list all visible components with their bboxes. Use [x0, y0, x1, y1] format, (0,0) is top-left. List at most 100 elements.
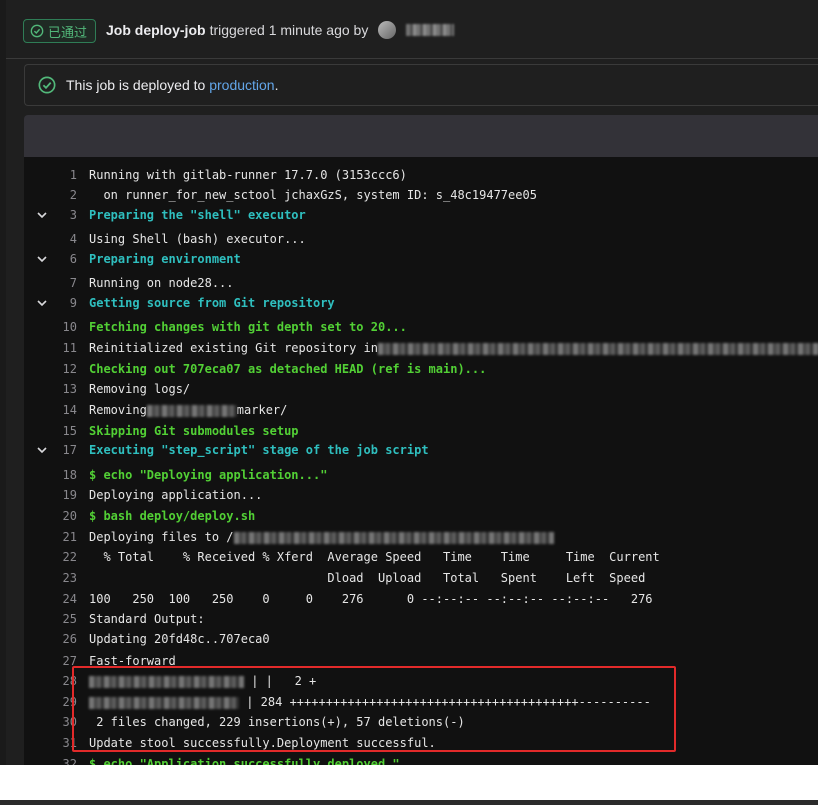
log-text-part: Dload Upload Total Spent Left Speed: [89, 571, 646, 585]
log-line: 12 Checking out 707eca07 as detached HEAD…: [24, 359, 818, 379]
line-number[interactable]: 27: [48, 654, 77, 668]
line-number[interactable]: 7: [48, 276, 77, 290]
log-text-part: Deploying files to /: [89, 530, 234, 544]
chevron-down-icon[interactable]: [36, 297, 48, 309]
line-number[interactable]: 19: [48, 488, 77, 502]
line-number[interactable]: 24: [48, 592, 77, 606]
log-line: 2 on runner_for_new_sctool jchaxGzS, sys…: [24, 185, 818, 205]
line-number[interactable]: 9: [48, 296, 77, 310]
line-number[interactable]: 17: [48, 443, 77, 457]
log-text-part: % Total % Received % Xferd Average Speed…: [89, 550, 660, 564]
log-line: 7 Running on node28...: [24, 273, 818, 293]
log-text-part: Deploying application...: [89, 488, 263, 502]
redacted-text: [233, 531, 554, 544]
line-number[interactable]: 13: [48, 382, 77, 396]
log-text-part: Running on node28...: [89, 276, 234, 290]
job-header: 已通过 Job deploy-job triggered 1 minute ag…: [6, 0, 818, 59]
log-toolbar: [24, 115, 818, 157]
line-number[interactable]: 32: [48, 757, 77, 765]
line-number[interactable]: 11: [48, 341, 77, 355]
status-badge[interactable]: 已通过: [23, 19, 97, 43]
check-circle-icon: [30, 24, 44, 38]
log-line: 27 Fast-forward: [24, 651, 818, 671]
log-line: 30 2 files changed, 229 insertions(+), 5…: [24, 712, 818, 732]
line-number[interactable]: 31: [48, 736, 77, 750]
line-number[interactable]: 30: [48, 715, 77, 729]
line-number[interactable]: 26: [48, 632, 77, 646]
line-number[interactable]: 14: [48, 403, 77, 417]
log-line: 25 Standard Output:: [24, 609, 818, 629]
log-text-part: Preparing the "shell" executor: [89, 208, 306, 222]
log-text-part: | 284 ++++++++++++++++++++++++++++++++++…: [246, 695, 651, 709]
log-text: on runner_for_new_sctool jchaxGzS, syste…: [89, 188, 537, 202]
line-number[interactable]: 4: [48, 232, 77, 246]
log-text: Skipping Git submodules setup: [89, 424, 299, 438]
avatar[interactable]: [378, 21, 397, 39]
line-number[interactable]: 12: [48, 362, 77, 376]
line-number[interactable]: 20: [48, 509, 77, 523]
line-number[interactable]: 25: [48, 612, 77, 626]
line-number[interactable]: 1: [48, 168, 77, 182]
log-line: 17 Executing "step_script" stage of the j…: [24, 440, 818, 460]
job-title: Job deploy-job triggered 1 minute ago by: [106, 21, 455, 39]
log-text: Using Shell (bash) executor...: [89, 232, 306, 246]
log-line: 1 Running with gitlab-runner 17.7.0 (3153…: [24, 165, 818, 185]
left-strip: [0, 0, 6, 765]
log-line: 26 Updating 20fd48c..707eca0: [24, 629, 818, 649]
line-number[interactable]: 10: [48, 320, 77, 334]
log-text: Standard Output:: [89, 612, 205, 626]
log-text-part: Standard Output:: [89, 612, 205, 626]
chevron-down-icon[interactable]: [36, 209, 48, 221]
job-log: 1 Running with gitlab-runner 17.7.0 (3153…: [24, 157, 818, 765]
job-trigger-text: triggered 1 minute ago by: [209, 22, 369, 38]
log-text: Running with gitlab-runner 17.7.0 (3153c…: [89, 168, 407, 182]
line-number[interactable]: 6: [48, 252, 77, 266]
log-text-part: Executing "step_script" stage of the job…: [89, 443, 429, 457]
deployment-text: This job is deployed to: [66, 77, 206, 93]
log-text-part: on runner_for_new_sctool jchaxGzS, syste…: [89, 188, 537, 202]
log-text-part: $ bash deploy/deploy.sh: [89, 509, 256, 523]
log-line: 21 Deploying files to /: [24, 527, 818, 547]
log-text: Getting source from Git repository: [89, 296, 335, 310]
line-number[interactable]: 15: [48, 424, 77, 438]
line-number[interactable]: 29: [48, 695, 77, 709]
bottom-bar: [0, 800, 818, 805]
line-number[interactable]: 28: [48, 674, 77, 688]
log-text: Removing marker/: [89, 403, 287, 417]
log-text-part: 2 files changed, 229 insertions(+), 57 d…: [89, 715, 465, 729]
log-line: 6 Preparing environment: [24, 249, 818, 269]
log-text-part: Skipping Git submodules setup: [89, 424, 299, 438]
log-line: 32 $ echo "Application successfully deplo…: [24, 754, 818, 765]
line-number[interactable]: 23: [48, 571, 77, 585]
check-circle-icon: [38, 76, 56, 94]
job-name: deploy-job: [134, 22, 206, 38]
line-number[interactable]: 21: [48, 530, 77, 544]
log-text-part: Checking out 707eca07 as detached HEAD (…: [89, 362, 487, 376]
environment-link[interactable]: production: [209, 77, 274, 93]
log-text: | 284 ++++++++++++++++++++++++++++++++++…: [89, 695, 651, 709]
log-line: 13 Removing logs/: [24, 379, 818, 399]
log-text-part: Fast-forward: [89, 654, 176, 668]
log-text: Fast-forward: [89, 654, 176, 668]
redacted-text: [89, 696, 239, 709]
log-text-part: Updating 20fd48c..707eca0: [89, 632, 270, 646]
chevron-down-icon[interactable]: [36, 253, 48, 265]
log-line: 24 100 250 100 250 0 0 276 0 --:--:-- --:…: [24, 589, 818, 609]
line-number[interactable]: 2: [48, 188, 77, 202]
line-number[interactable]: 18: [48, 468, 77, 482]
line-number[interactable]: 22: [48, 550, 77, 564]
status-label: 已通过: [48, 24, 88, 40]
log-text: Checking out 707eca07 as detached HEAD (…: [89, 362, 486, 376]
log-text-part: Fetching changes with git depth set to 2…: [89, 320, 407, 334]
log-line: 11 Reinitialized existing Git repository …: [24, 338, 818, 358]
log-text: Preparing the "shell" executor: [89, 208, 306, 222]
user-name-redacted[interactable]: [406, 24, 455, 36]
log-line: 14 Removing marker/: [24, 400, 818, 420]
log-text: Dload Upload Total Spent Left Speed: [89, 571, 645, 585]
log-line: 20 $ bash deploy/deploy.sh: [24, 506, 818, 526]
log-text: Updating 20fd48c..707eca0: [89, 632, 270, 646]
line-number[interactable]: 3: [48, 208, 77, 222]
log-line: 10 Fetching changes with git depth set to…: [24, 317, 818, 337]
chevron-down-icon[interactable]: [36, 444, 48, 456]
log-text: 2 files changed, 229 insertions(+), 57 d…: [89, 715, 465, 729]
